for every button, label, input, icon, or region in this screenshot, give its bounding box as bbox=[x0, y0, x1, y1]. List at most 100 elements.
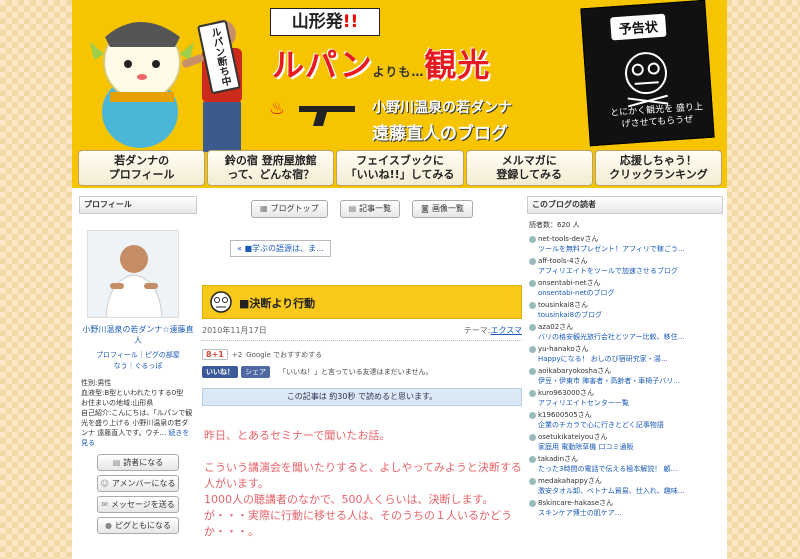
reader-blog-title[interactable]: バリの格安観光旅行会社とツアー比較、移住… bbox=[529, 332, 723, 342]
reader-item[interactable]: aoikabaryokoshaさん 伊豆・伊東市 陣害者・高齢者・車椅子バリ… bbox=[529, 366, 723, 386]
article-list-icon: ▤ bbox=[348, 204, 357, 213]
profile-person-image bbox=[88, 231, 178, 317]
facebook-share-button[interactable]: シェア bbox=[241, 366, 270, 378]
reader-blog-title[interactable]: スキンケア博士の肌ケア… bbox=[529, 508, 723, 518]
post-title: ■決断より行動 bbox=[239, 297, 316, 310]
reader-user-name[interactable]: osetukikateiyouさん bbox=[538, 433, 608, 441]
reader-item[interactable]: osetukikateiyouさん 家庭用 電動除草機 口コミ通販 bbox=[529, 432, 723, 452]
reader-item[interactable]: aff-tools-4さん アフィリエイトをツールで加速させるブログ bbox=[529, 256, 723, 276]
mail-icon: ✉ bbox=[101, 500, 108, 509]
user-icon bbox=[529, 477, 536, 485]
tab-image-list[interactable]: ◙ 画像一覧 bbox=[412, 200, 473, 218]
reader-user-name[interactable]: aza02さん bbox=[538, 323, 573, 331]
reader-item[interactable]: medakahappyさん 激安タオル卸、ベトナム貿易、仕入れ、趣味… bbox=[529, 476, 723, 496]
nav-facebook-button[interactable]: フェイスブックに 「いいね!!」してみる bbox=[336, 150, 464, 186]
nav-mailmag-button[interactable]: メルマガに 登録してみる bbox=[465, 150, 593, 186]
blog-tabs: ▦ ブログトップ ▤ 記事一覧 ◙ 画像一覧 bbox=[202, 200, 522, 218]
skull-face-icon bbox=[210, 291, 232, 313]
reader-blog-title[interactable]: onsentabi-netのブログ bbox=[529, 288, 723, 298]
user-icon bbox=[529, 279, 536, 287]
reader-blog-title[interactable]: アフィリエイトセンター一覧 bbox=[529, 398, 723, 408]
reader-blog-title[interactable]: たった3時間の電話で伝える極本解説！ 顧… bbox=[529, 464, 723, 474]
user-icon bbox=[529, 257, 536, 265]
nav-ryokan-button[interactable]: 鈴の宿 登府屋旅館 って、どんな宿？ bbox=[207, 150, 335, 186]
become-amember-button[interactable]: ☺ アメンバーになる bbox=[97, 475, 179, 492]
reader-user[interactable]: yu-hanakoさん bbox=[529, 344, 723, 354]
nav-profile-button[interactable]: 若ダンナの プロフィール bbox=[78, 150, 206, 186]
reader-user-name[interactable]: 8skincare-hakaseさん bbox=[538, 499, 613, 507]
reader-user[interactable]: takadinさん bbox=[529, 454, 723, 464]
blog-subtitle-1: 小野川温泉の若ダンナ bbox=[372, 100, 512, 116]
become-reader-button[interactable]: ▤ 読者になる bbox=[97, 454, 179, 471]
reader-item[interactable]: onsentabi-netさん onsentabi-netのブログ bbox=[529, 278, 723, 298]
reader-user-name[interactable]: aff-tools-4さん bbox=[538, 257, 588, 265]
reader-blog-title[interactable]: アフィリエイトをツールで加速させるブログ bbox=[529, 266, 723, 276]
reader-item[interactable]: aza02さん バリの格安観光旅行会社とツアー比較、移住… bbox=[529, 322, 723, 342]
yamagata-banner: 山形発!! bbox=[270, 8, 380, 36]
reader-user[interactable]: osetukikateiyouさん bbox=[529, 432, 723, 442]
reader-item[interactable]: yu-hanakoさん Happyになる！ おしのび宿研究家・湯… bbox=[529, 344, 723, 364]
reader-item[interactable]: kuro963000さん アフィリエイトセンター一覧 bbox=[529, 388, 723, 408]
nav-ranking-button[interactable]: 応援しちゃう！ クリックランキング bbox=[594, 150, 723, 186]
reader-user-name[interactable]: medakahappyさん bbox=[538, 477, 602, 485]
reader-blog-title[interactable]: 激安タオル卸、ベトナム貿易、仕入れ、趣味… bbox=[529, 486, 723, 496]
facebook-like-button[interactable]: いいね！ bbox=[202, 366, 238, 378]
blog-subtitle-2: 遠藤直人のブログ bbox=[372, 124, 508, 144]
reader-user-name[interactable]: tousinkai8さん bbox=[538, 301, 588, 309]
google-plus-text: Google でおすすめする bbox=[246, 350, 323, 359]
reader-blog-title[interactable]: Happyになる！ おしのび宿研究家・湯… bbox=[529, 354, 723, 364]
readers-heading: このブログの読者 bbox=[527, 196, 723, 214]
theme-link[interactable]: エクスマ bbox=[490, 326, 522, 335]
become-reader-label: 読者になる bbox=[123, 458, 164, 467]
reader-user[interactable]: onsentabi-netさん bbox=[529, 278, 723, 288]
profile-links[interactable]: プロフィール｜ピグの部屋 なう｜ぐるっぽ bbox=[79, 350, 197, 372]
reader-user[interactable]: net-tools-devさん bbox=[529, 234, 723, 244]
send-message-button[interactable]: ✉ メッセージを送る bbox=[97, 496, 179, 513]
pigtomo-button[interactable]: ● ピグともになる bbox=[97, 517, 179, 534]
post-title-bar: ■決断より行動 bbox=[202, 285, 522, 319]
reader-user-name[interactable]: net-tools-devさん bbox=[538, 235, 598, 243]
main-content: ▦ ブログトップ ▤ 記事一覧 ◙ 画像一覧 « ■学ぶの語源は、ま… ■決断より行動… bbox=[202, 196, 522, 540]
reader-blog-title[interactable]: 家庭用 電動除草機 口コミ通販 bbox=[529, 442, 723, 452]
reader-item[interactable]: net-tools-devさん ツールを無料プレゼント！アフィリで稼ごう… bbox=[529, 234, 723, 254]
reader-user-name[interactable]: kuro963000さん bbox=[538, 389, 594, 397]
become-amember-label: アメンバーになる bbox=[111, 479, 176, 488]
reader-user[interactable]: kuro963000さん bbox=[529, 388, 723, 398]
reader-user[interactable]: aoikabaryokoshaさん bbox=[529, 366, 723, 376]
google-plus-button[interactable]: 8+1 bbox=[202, 349, 228, 360]
reader-item[interactable]: 8skincare-hakaseさん スキンケア博士の肌ケア… bbox=[529, 498, 723, 518]
reader-item[interactable]: k19600505さん 企業のチカラで心に行きとどく記事物語 bbox=[529, 410, 723, 430]
tab-blog-top[interactable]: ▦ ブログトップ bbox=[251, 200, 328, 218]
reader-user-name[interactable]: onsentabi-netさん bbox=[538, 279, 601, 287]
reader-user[interactable]: k19600505さん bbox=[529, 410, 723, 420]
prev-article-link[interactable]: « ■学ぶの語源は、ま… bbox=[230, 240, 331, 257]
blog-header[interactable]: ルパン断ち中 山形発!! ルパンよりも…観光 ♨ 小野川温泉の若ダンナ 遠藤直人… bbox=[72, 0, 727, 188]
yamagata-mark: !! bbox=[342, 12, 359, 32]
reader-blog-title[interactable]: 企業のチカラで心に行きとどく記事物語 bbox=[529, 420, 723, 430]
page: ルパン断ち中 山形発!! ルパンよりも…観光 ♨ 小野川温泉の若ダンナ 遠藤直人… bbox=[72, 0, 727, 559]
user-icon bbox=[529, 433, 536, 441]
post-theme: テーマ:エクスマ bbox=[464, 325, 522, 336]
reader-user[interactable]: tousinkai8さん bbox=[529, 300, 723, 310]
reader-item[interactable]: takadinさん たった3時間の電話で伝える極本解説！ 顧… bbox=[529, 454, 723, 474]
reader-blog-title[interactable]: ツールを無料プレゼント！アフィリで稼ごう… bbox=[529, 244, 723, 254]
reader-user-name[interactable]: takadinさん bbox=[538, 455, 578, 463]
reader-icon: ▤ bbox=[112, 458, 121, 467]
reader-user[interactable]: medakahappyさん bbox=[529, 476, 723, 486]
tab-article-list[interactable]: ▤ 記事一覧 bbox=[339, 200, 401, 218]
tab-image-list-label: 画像一覧 bbox=[431, 204, 464, 213]
reader-user-name[interactable]: aoikabaryokoshaさん bbox=[538, 367, 611, 375]
reader-user-name[interactable]: yu-hanakoさん bbox=[538, 345, 589, 353]
reader-blog-title[interactable]: 伊豆・伊東市 陣害者・高齢者・車椅子バリ… bbox=[529, 376, 723, 386]
reader-user-name[interactable]: k19600505さん bbox=[538, 411, 592, 419]
reader-user[interactable]: aza02さん bbox=[529, 322, 723, 332]
reader-count: 読者数：620 人 bbox=[529, 221, 580, 229]
post-date: 2010年11月17日 bbox=[202, 326, 267, 335]
profile-name-link[interactable]: 小野川温泉の若ダンナ☆遠藤直人 bbox=[79, 324, 197, 346]
profile-photo[interactable] bbox=[87, 230, 179, 318]
reader-blog-title[interactable]: tousinkai8のブログ bbox=[529, 310, 723, 320]
read-time-box: この記事は 約30秒 で読めると思います。 bbox=[202, 388, 522, 406]
reader-user[interactable]: aff-tools-4さん bbox=[529, 256, 723, 266]
reader-user[interactable]: 8skincare-hakaseさん bbox=[529, 498, 723, 508]
reader-item[interactable]: tousinkai8さん tousinkai8のブログ bbox=[529, 300, 723, 320]
